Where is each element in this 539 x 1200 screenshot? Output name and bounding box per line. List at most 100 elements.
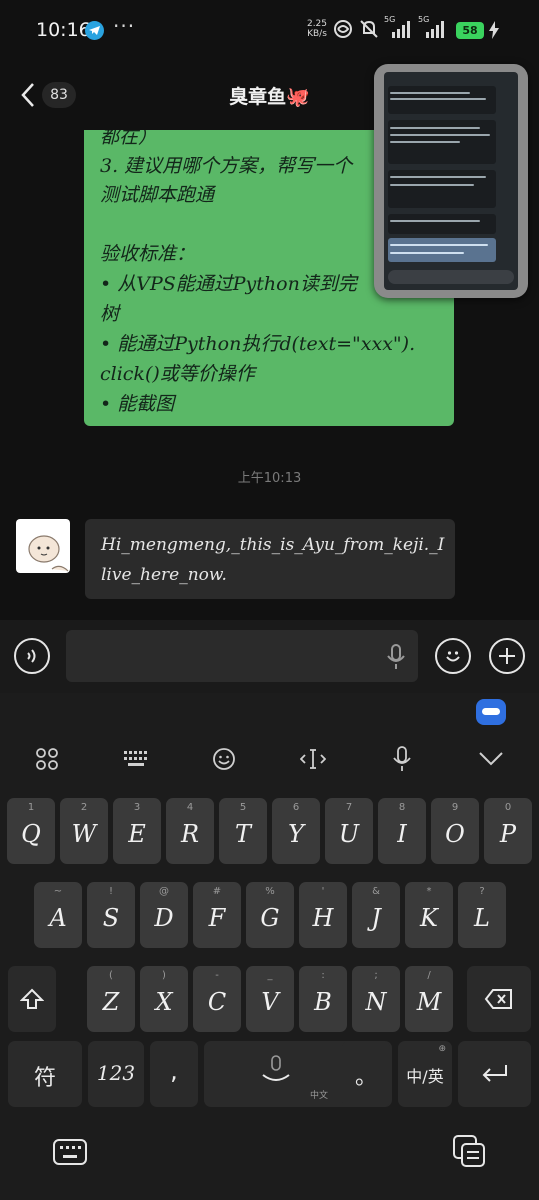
key-y[interactable]: 6Y <box>272 798 320 864</box>
key-f[interactable]: # F <box>193 882 241 948</box>
microphone-icon[interactable] <box>386 644 406 670</box>
key-m[interactable]: / M <box>405 966 453 1032</box>
language-switch-label: 中/英 <box>406 1067 444 1086</box>
message-line: • 能通过Python执行d(text="xxx"). <box>100 333 416 355</box>
message-line: click()或等价操作 <box>100 363 255 385</box>
key-label: T <box>234 820 251 848</box>
enter-key[interactable] <box>458 1041 531 1107</box>
key-label: F <box>208 904 226 932</box>
key-label: H <box>312 904 334 932</box>
comma-key-label: , <box>170 1057 178 1085</box>
smiley-icon <box>446 651 460 662</box>
key-secondary-label: @ <box>159 886 169 897</box>
voice-mode-button[interactable] <box>14 638 50 674</box>
key-t[interactable]: 5T <box>219 798 267 864</box>
message-line: 测试脚本跑通 <box>100 184 215 206</box>
period-key-label: 。 <box>354 1065 377 1090</box>
key-label: C <box>207 988 227 1016</box>
key-secondary-label: 7 <box>345 802 353 813</box>
plus-icon <box>499 648 515 664</box>
incoming-message-bubble[interactable]: Hi_mengmeng,_this_is_Ayu_from_keji._I li… <box>85 519 455 599</box>
key-label: A <box>49 904 67 932</box>
space-sub-label: 中文 <box>309 1091 328 1101</box>
clipboard-icon <box>453 1135 485 1167</box>
key-q[interactable]: 1Q <box>7 798 55 864</box>
globe-icon: ⊕ <box>438 1044 446 1054</box>
symbols-key-label: 符 <box>33 1066 56 1091</box>
key-d[interactable]: @ D <box>140 882 188 948</box>
key-secondary-label: / <box>427 970 431 981</box>
key-o[interactable]: 9O <box>431 798 479 864</box>
language-switch-key[interactable]: ⊕ 中/英 <box>398 1041 452 1107</box>
key-label: E <box>128 820 146 848</box>
key-label: O <box>445 820 465 848</box>
key-secondary-label: 8 <box>398 802 406 813</box>
grid-menu-icon[interactable] <box>27 739 67 779</box>
status-time: 10:16 <box>36 19 91 41</box>
charging-icon <box>488 21 500 43</box>
message-input[interactable] <box>66 630 418 682</box>
period-key[interactable]: 。 <box>342 1041 390 1107</box>
key-b[interactable]: :B <box>299 966 347 1032</box>
key-g[interactable]: % G <box>246 882 294 948</box>
key-c[interactable]: -C <box>193 966 241 1032</box>
mute-icon <box>358 18 380 44</box>
shift-key[interactable] <box>8 966 56 1032</box>
navigation-bar <box>0 1128 539 1200</box>
key-i[interactable]: 8I <box>378 798 426 864</box>
key-u[interactable]: 7U <box>325 798 373 864</box>
keyboard-layout-icon[interactable] <box>116 739 156 779</box>
collapse-keyboard-icon[interactable] <box>471 739 511 779</box>
keyboard-switch-button[interactable] <box>52 1136 88 1168</box>
clipboard-button[interactable] <box>452 1134 488 1168</box>
key-label: X <box>155 988 173 1016</box>
key-l[interactable]: ? L <box>458 882 506 948</box>
key-x[interactable]: ) X <box>140 966 188 1032</box>
key-a[interactable]: ~ A <box>34 882 82 948</box>
keyboard-icon <box>53 1139 87 1165</box>
key-label: N <box>365 988 387 1016</box>
floating-window-preview[interactable] <box>374 64 528 298</box>
keyboard-assistant-icon[interactable] <box>476 699 506 725</box>
key-j[interactable]: & J <box>352 882 400 948</box>
key-v[interactable]: _ V <box>246 966 294 1032</box>
cursor-move-icon[interactable] <box>293 739 333 779</box>
key-secondary-label: & <box>372 886 380 897</box>
add-attachment-button[interactable] <box>489 638 525 674</box>
key-p[interactable]: 0P <box>484 798 532 864</box>
key-s[interactable]: ! S <box>87 882 135 948</box>
message-timestamp: 上午10:13 <box>237 471 302 486</box>
key-secondary-label: 4 <box>186 802 194 813</box>
keyboard: 1Q2W3E4R5T6Y7U8I9O0P ~ A! S @ D # F% G ' H & J * K? L … <box>0 693 539 1200</box>
voice-input-icon[interactable] <box>382 739 422 779</box>
key-z[interactable]: (Z <box>87 966 135 1032</box>
key-label: S <box>102 904 120 932</box>
symbols-key[interactable]: 符 <box>8 1041 82 1107</box>
key-label: Z <box>102 988 120 1016</box>
emoji-button[interactable] <box>435 638 471 674</box>
key-w[interactable]: 2W <box>60 798 108 864</box>
numbers-key[interactable]: 123 <box>88 1041 144 1107</box>
key-e[interactable]: 3E <box>113 798 161 864</box>
key-secondary-label: ? <box>479 886 485 897</box>
key-secondary-label: - <box>215 970 219 981</box>
emoji-keyboard-icon[interactable] <box>204 739 244 779</box>
key-secondary-label: ; <box>374 970 378 981</box>
comma-key[interactable]: , <box>150 1041 198 1107</box>
key-k[interactable]: * K <box>405 882 453 948</box>
key-label: L <box>474 904 490 932</box>
avatar[interactable] <box>16 519 70 573</box>
key-label: P <box>499 820 517 848</box>
key-r[interactable]: 4R <box>166 798 214 864</box>
enter-arrow-icon <box>482 1065 507 1082</box>
key-h[interactable]: ' H <box>299 882 347 948</box>
key-label: U <box>338 820 360 848</box>
microphone-icon <box>262 1055 290 1081</box>
key-n[interactable]: ; N <box>352 966 400 1032</box>
key-label: R <box>180 820 200 848</box>
key-secondary-label: _ <box>267 970 273 981</box>
backspace-key[interactable] <box>467 966 531 1032</box>
message-line: 验收标准： <box>100 243 196 265</box>
key-label: J <box>371 904 381 932</box>
key-secondary-label: : <box>321 970 325 981</box>
